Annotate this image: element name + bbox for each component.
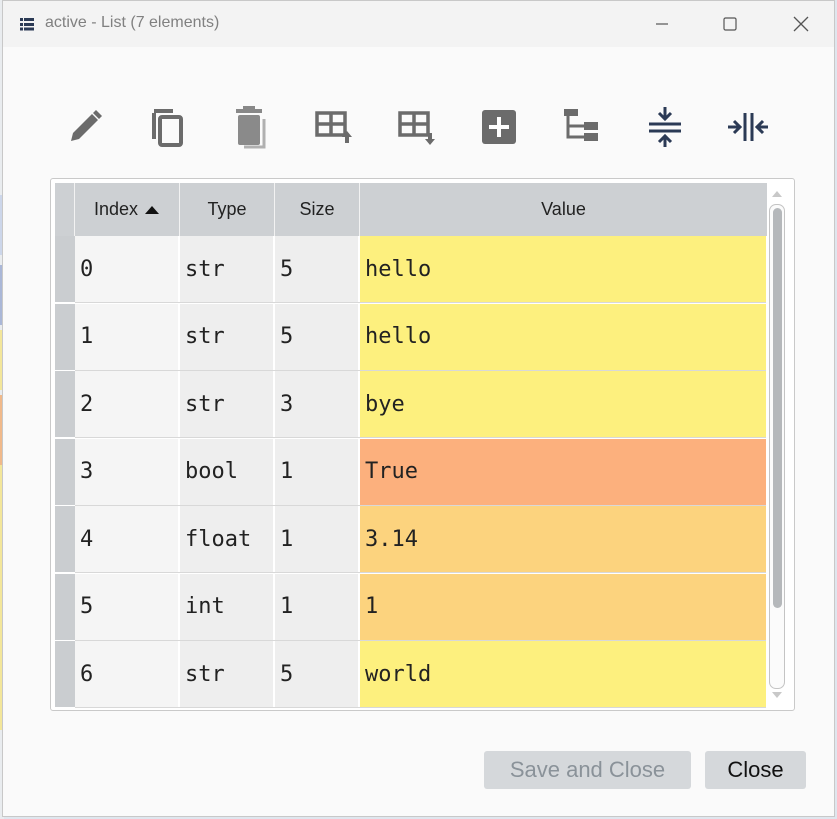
cell-size[interactable]: 1 bbox=[275, 573, 358, 640]
row-divider bbox=[75, 707, 766, 708]
cell-index[interactable]: 1 bbox=[75, 303, 178, 370]
cell-index[interactable]: 0 bbox=[75, 236, 178, 302]
header-type-label: Type bbox=[207, 199, 247, 219]
cell-value[interactable]: bye bbox=[360, 371, 766, 437]
row-header[interactable] bbox=[55, 641, 75, 707]
copy-icon bbox=[152, 109, 183, 147]
cell-type[interactable]: float bbox=[180, 506, 273, 572]
cell-value[interactable]: world bbox=[360, 641, 766, 707]
collapse-rows-icon bbox=[649, 107, 681, 147]
collapse-columns-button[interactable] bbox=[722, 101, 774, 153]
row-header[interactable] bbox=[55, 303, 75, 370]
table-row[interactable]: 4 float 1 3.14 bbox=[51, 506, 767, 573]
table-row[interactable]: 2 str 3 bye bbox=[51, 371, 767, 438]
cell-type[interactable]: int bbox=[180, 573, 273, 640]
scroll-down-icon bbox=[772, 692, 782, 698]
minimize-icon bbox=[656, 23, 668, 25]
tree-view-button[interactable] bbox=[556, 101, 608, 153]
copy-button[interactable] bbox=[141, 101, 193, 153]
collapse-rows-button[interactable] bbox=[639, 101, 691, 153]
cell-index[interactable]: 4 bbox=[75, 506, 178, 572]
cell-size[interactable]: 3 bbox=[275, 371, 358, 437]
list-icon bbox=[19, 16, 35, 32]
cell-value[interactable]: True bbox=[360, 438, 766, 505]
row-header[interactable] bbox=[55, 506, 75, 572]
close-button[interactable]: Close bbox=[705, 751, 806, 789]
table-row[interactable]: 3 bool 1 True bbox=[51, 438, 767, 506]
cell-value[interactable]: 1 bbox=[360, 573, 766, 640]
cell-index[interactable]: 2 bbox=[75, 371, 178, 437]
header-value-label: Value bbox=[541, 199, 586, 219]
add-icon bbox=[482, 110, 516, 144]
cell-size[interactable]: 5 bbox=[275, 303, 358, 370]
row-header[interactable] bbox=[55, 236, 75, 302]
edit-button[interactable] bbox=[59, 101, 111, 153]
cell-index[interactable]: 3 bbox=[75, 438, 178, 505]
insert-above-button[interactable] bbox=[307, 101, 359, 153]
delete-button[interactable] bbox=[224, 101, 276, 153]
row-header[interactable] bbox=[55, 573, 75, 640]
cell-value[interactable]: hello bbox=[360, 303, 766, 370]
save-and-close-button[interactable]: Save and Close bbox=[484, 751, 691, 789]
cell-type[interactable]: bool bbox=[180, 438, 273, 505]
insert-below-icon bbox=[398, 111, 435, 145]
add-button[interactable] bbox=[473, 101, 525, 153]
header-value[interactable]: Value bbox=[360, 183, 767, 236]
cell-type[interactable]: str bbox=[180, 371, 273, 437]
delete-icon bbox=[236, 106, 266, 149]
cell-size[interactable]: 5 bbox=[275, 236, 358, 302]
header-size-label: Size bbox=[299, 199, 335, 219]
cell-size[interactable]: 1 bbox=[275, 506, 358, 572]
row-header[interactable] bbox=[55, 371, 75, 437]
insert-above-icon bbox=[315, 111, 352, 143]
close-window-button[interactable] bbox=[778, 9, 824, 39]
scroll-up-icon bbox=[772, 191, 782, 197]
cell-index[interactable]: 6 bbox=[75, 641, 178, 707]
sort-ascending-icon bbox=[145, 205, 160, 214]
cell-size[interactable]: 1 bbox=[275, 438, 358, 505]
maximize-button[interactable] bbox=[707, 9, 753, 39]
table-row[interactable]: 1 str 5 hello bbox=[51, 303, 767, 371]
table-row[interactable]: 0 str 5 hello bbox=[51, 236, 767, 303]
maximize-icon bbox=[723, 17, 737, 31]
header-type[interactable]: Type bbox=[180, 183, 275, 236]
insert-below-button[interactable] bbox=[390, 101, 442, 153]
collection-editor-dialog: active - List (7 elements) Index Type Si… bbox=[2, 0, 835, 817]
cell-value[interactable]: hello bbox=[360, 236, 766, 302]
window-title: active - List (7 elements) bbox=[45, 14, 220, 31]
cell-size[interactable]: 5 bbox=[275, 641, 358, 707]
table-row[interactable]: 5 int 1 1 bbox=[51, 573, 767, 641]
edit-icon bbox=[71, 110, 102, 141]
collapse-columns-icon bbox=[728, 113, 768, 141]
cell-type[interactable]: str bbox=[180, 641, 273, 707]
vertical-scrollbar[interactable] bbox=[769, 187, 785, 701]
header-index-label: Index bbox=[93, 199, 139, 219]
cell-index[interactable]: 5 bbox=[75, 573, 178, 640]
header-index[interactable]: Index bbox=[75, 183, 180, 236]
cell-value[interactable]: 3.14 bbox=[360, 506, 766, 572]
data-table: Index Type Size Value 0 str 5 hello 1 str 5 hel… bbox=[50, 178, 795, 711]
header-size[interactable]: Size bbox=[275, 183, 360, 236]
table-row[interactable]: 6 str 5 world bbox=[51, 641, 767, 708]
close-icon bbox=[793, 16, 809, 32]
scroll-thumb[interactable] bbox=[773, 208, 782, 608]
minimize-button[interactable] bbox=[639, 9, 685, 39]
tree-view-icon bbox=[564, 109, 598, 141]
title-bar: active - List (7 elements) bbox=[3, 1, 834, 47]
corner-header bbox=[55, 183, 75, 236]
cell-type[interactable]: str bbox=[180, 236, 273, 302]
row-header[interactable] bbox=[55, 438, 75, 505]
cell-type[interactable]: str bbox=[180, 303, 273, 370]
